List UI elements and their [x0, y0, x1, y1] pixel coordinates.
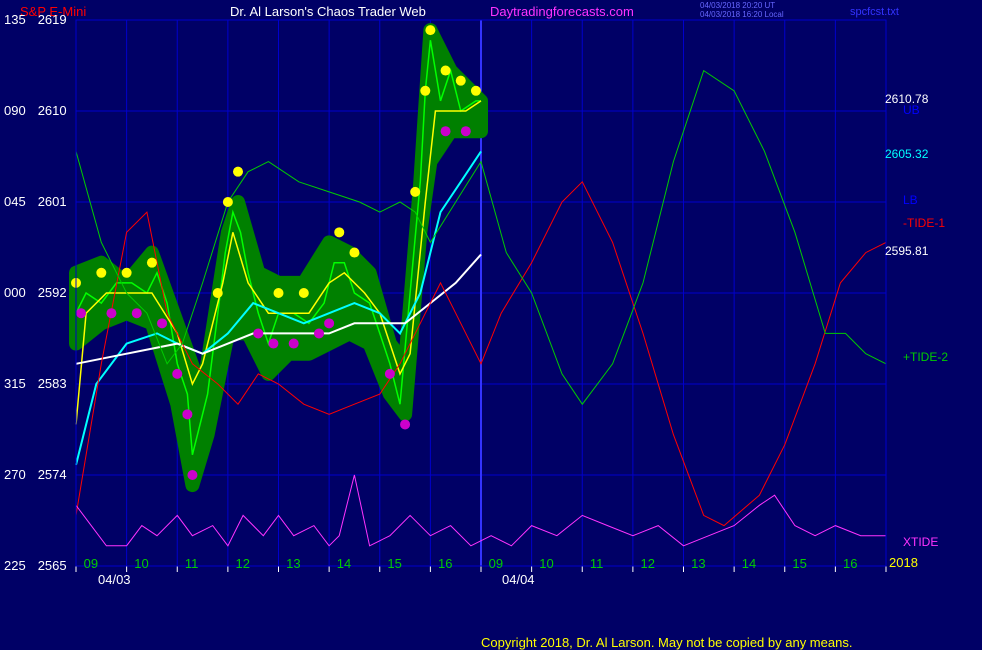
swing-low-dot: [131, 308, 142, 319]
xtide-label: XTIDE: [903, 535, 939, 549]
site-link[interactable]: Daytradingforecasts.com: [490, 4, 634, 19]
swing-high-dot: [410, 186, 421, 197]
x-tick-label: 16: [842, 556, 858, 571]
x-tick-label: 13: [286, 556, 301, 571]
y-angle-label: 135: [4, 12, 26, 27]
copyright-notice: Copyright 2018, Dr. Al Larson. May not b…: [481, 635, 853, 650]
swing-high-dot: [222, 197, 233, 207]
forecast-file-label: spcfcst.txt: [850, 6, 899, 18]
x-tick-label: 14: [336, 556, 352, 571]
x-tick-label: 14: [741, 556, 757, 571]
tide1-label: -TIDE-1: [903, 216, 945, 230]
swing-high-dot: [440, 65, 451, 76]
swing-low-dot: [253, 328, 264, 339]
y-tick-label: 045 2601: [4, 194, 67, 209]
y-price-label: 2592: [37, 285, 67, 300]
swing-low-dot: [106, 308, 117, 319]
x-tick-label: 10: [134, 556, 149, 571]
x-tick-label: 15: [387, 556, 402, 571]
y-angle-label: 045: [4, 194, 26, 209]
x-tick-label: 15: [792, 556, 807, 571]
y-angle-label: 270: [4, 467, 26, 482]
date-label-day2: 04/04: [502, 572, 535, 587]
swing-low-dot: [157, 318, 168, 329]
chart-title: Dr. Al Larson's Chaos Trader Web: [230, 4, 426, 19]
swing-high-dot: [420, 85, 431, 96]
swing-low-dot: [76, 308, 87, 319]
x-tick-label: 09: [83, 556, 99, 571]
x-tick-label: 12: [235, 556, 250, 571]
swing-high-dot: [121, 267, 132, 278]
swing-high-dot: [146, 257, 157, 268]
x-tick-label: 11: [589, 556, 604, 571]
ub-value: 2610.78: [885, 92, 929, 106]
swing-high-dot: [334, 227, 345, 238]
swing-low-dot: [268, 338, 279, 349]
swing-low-dot: [314, 328, 324, 339]
swing-low-dot: [460, 126, 471, 137]
y-price-label: 2619: [37, 12, 67, 27]
y-angle-label: 000: [4, 285, 26, 300]
swing-high-dot: [470, 85, 481, 96]
tide2-label: +TIDE-2: [903, 350, 949, 364]
y-angle-label: 315: [4, 376, 26, 391]
y-price-label: 2601: [37, 194, 67, 209]
last-value: 2595.81: [885, 244, 929, 258]
ma-value: 2605.32: [885, 147, 929, 161]
timestamp-ut: 04/03/2018 20:20 UT: [700, 1, 776, 10]
swing-low-dot: [384, 368, 395, 379]
swing-high-dot: [233, 166, 243, 177]
x-tick-label: 12: [640, 556, 655, 571]
y-tick-label: 090 2610: [4, 103, 67, 118]
x-tick-label: 13: [691, 556, 706, 571]
swing-low-dot: [172, 368, 183, 379]
swing-high-dot: [96, 267, 107, 278]
y-tick-label: 225 2565: [4, 558, 67, 573]
x-tick-label: 16: [437, 556, 453, 571]
swing-low-dot: [288, 338, 299, 349]
swing-low-dot: [400, 419, 411, 430]
swing-low-dot: [440, 126, 451, 137]
y-price-label: 2565: [37, 558, 67, 573]
y-price-label: 2574: [37, 467, 67, 482]
x-tick-label: 09: [488, 556, 504, 571]
y-angle-label: 090: [4, 103, 26, 118]
timestamp-local: 04/03/2018 16:20 Local: [700, 10, 784, 19]
y-price-label: 2583: [37, 376, 67, 391]
y-angle-label: 225: [4, 558, 26, 573]
x-tick-label: 10: [539, 556, 554, 571]
lb-label: LB: [903, 193, 918, 207]
chart-canvas: [69, 19, 887, 572]
swing-high-dot: [425, 25, 436, 36]
year-label: 2018: [889, 555, 918, 570]
swing-low-dot: [324, 318, 335, 329]
swing-high-dot: [455, 75, 466, 86]
y-tick-label: 270 2574: [4, 467, 67, 482]
swing-low-dot: [182, 409, 193, 420]
swing-low-dot: [187, 470, 198, 480]
y-tick-label: 135 2619: [4, 12, 67, 27]
swing-high-dot: [212, 288, 223, 298]
y-price-label: 2610: [37, 103, 67, 118]
x-tick-label: 11: [184, 556, 199, 571]
swing-high-dot: [349, 247, 360, 258]
date-label-day1: 04/03: [98, 572, 131, 587]
y-tick-label: 000 2592: [4, 285, 67, 300]
swing-high-dot: [273, 288, 284, 298]
swing-high-dot: [298, 288, 309, 298]
y-tick-label: 315 2583: [4, 376, 67, 391]
